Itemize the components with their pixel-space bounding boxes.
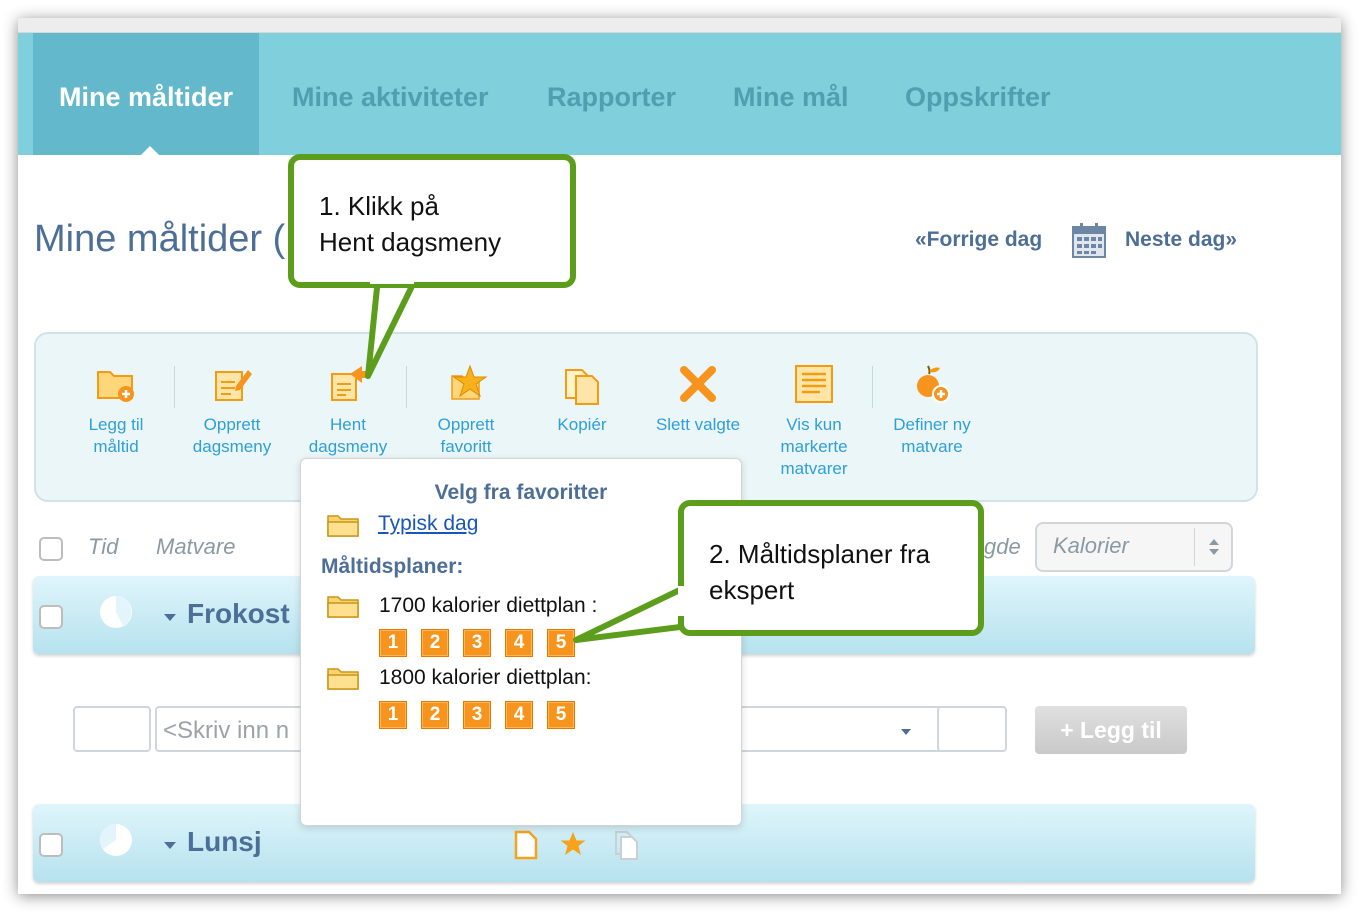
add-meal-label-2: måltid [93, 437, 139, 456]
tab-mine-mal[interactable]: Mine mål [733, 33, 849, 155]
column-header-amount: gde [984, 534, 1021, 559]
toolbar-divider [174, 366, 175, 408]
meal-checkbox[interactable] [39, 605, 63, 629]
callout-1-line-2: Hent dagsmeny [319, 227, 502, 257]
folder-icon [327, 515, 359, 537]
next-day-link[interactable]: Neste dag» [1125, 228, 1237, 252]
plan-1700-day-4[interactable]: 4 [505, 629, 533, 657]
select-arrows-icon [1209, 539, 1219, 555]
dropdown-title: Velg fra favoritter [434, 481, 608, 504]
time-input[interactable] [73, 706, 151, 752]
edit-menu-icon [215, 370, 252, 401]
plan-1700-day-1[interactable]: 1 [379, 629, 407, 657]
plan-1700-day-2[interactable]: 2 [421, 629, 449, 657]
copy-label: Kopiér [557, 415, 607, 434]
column-header-food[interactable]: Matvare [156, 534, 235, 560]
create-day-menu-label-2: dagsmeny [192, 437, 272, 456]
plan-1800-day-2[interactable]: 2 [421, 701, 449, 729]
tab-mine-maltider[interactable]: Mine måltider [33, 33, 260, 155]
meal-name-frokost[interactable]: Frokost [187, 598, 290, 630]
amount-input[interactable] [937, 706, 1007, 752]
delete-selected-button[interactable]: Slett valgte [648, 362, 748, 436]
show-marked-label-1: Vis kun [786, 415, 842, 434]
document-icon[interactable] [513, 830, 539, 860]
plan-1800-day-3[interactable]: 3 [463, 701, 491, 729]
tab-rapporter[interactable]: Rapporter [547, 33, 676, 155]
plan-1700-label: 1700 kalorier diettplan : [379, 594, 598, 617]
callout-step-1: 1. Klikk på Hent dagsmeny [288, 154, 576, 288]
delete-selected-label: Slett valgte [655, 415, 741, 434]
list-icon [795, 365, 833, 403]
add-food-button[interactable]: + Legg til [1035, 706, 1187, 754]
callout-1-line-1: 1. Klikk på [319, 191, 439, 221]
new-food-icon [917, 365, 950, 403]
show-marked-label-2: markerte [780, 437, 848, 456]
add-meal-label-1: Legg til [88, 415, 144, 434]
copy-button[interactable]: Kopiér [532, 362, 632, 436]
callout-step-2: 2. Måltidsplaner fra ekspert [678, 500, 984, 636]
callout-pointer-join [678, 586, 690, 616]
plan-1800-day-1[interactable]: 1 [379, 701, 407, 729]
unit-select[interactable]: Kalorier [1035, 522, 1233, 572]
fetch-day-menu-label-2: dagsmeny [308, 437, 388, 456]
tab-mine-aktiviteter[interactable]: Mine aktiviteter [292, 33, 489, 155]
define-new-food-button[interactable]: Definer ny matvare [882, 362, 982, 458]
collapse-chevron-icon[interactable] [163, 841, 177, 851]
callout-2-line-2: ekspert [709, 575, 795, 605]
page-title: Mine måltider ( [34, 218, 286, 260]
collapse-chevron-icon[interactable] [163, 613, 177, 623]
favorite-typisk-dag-link[interactable]: Typisk dag [378, 512, 478, 536]
show-marked-only-button[interactable]: Vis kun markerte matvarer [764, 362, 864, 480]
meal-pie-icon [100, 596, 132, 628]
favorite-star-icon [451, 364, 488, 400]
copy-icon[interactable] [613, 830, 639, 860]
food-input-dropdown-icon[interactable] [900, 728, 912, 736]
plan-1800-day-5[interactable]: 5 [547, 701, 575, 729]
create-day-menu-label-1: Opprett [203, 415, 261, 434]
fetch-day-menu-label-1: Hent [330, 415, 366, 434]
unit-select-value: Kalorier [1053, 533, 1129, 558]
folder-icon [327, 596, 359, 618]
show-marked-label-3: matvarer [780, 459, 848, 478]
callout-2-line-1: 2. Måltidsplaner fra [709, 539, 931, 569]
copy-icon [565, 369, 599, 405]
folder-add-icon [97, 371, 134, 402]
add-meal-button[interactable]: Legg til måltid [66, 362, 166, 458]
create-favorite-label-2: favoritt [440, 437, 492, 456]
plan-1700-day-3[interactable]: 3 [463, 629, 491, 657]
define-food-label-2: matvare [901, 437, 963, 456]
meal-checkbox[interactable] [39, 833, 63, 857]
select-divider [1194, 528, 1195, 566]
meal-pie-icon [100, 824, 132, 856]
column-header-time[interactable]: Tid [88, 534, 118, 560]
create-favorite-label-1: Opprett [437, 415, 495, 434]
main-nav: Mine måltider Mine aktiviteter Rapporter… [18, 33, 1341, 155]
callout-pointer [573, 583, 691, 643]
favorite-star-icon[interactable] [559, 830, 587, 858]
calendar-icon[interactable] [1072, 222, 1106, 258]
active-tab-caret [140, 146, 160, 156]
delete-x-icon [680, 366, 716, 402]
meal-plans-label: Måltidsplaner: [321, 555, 464, 578]
window-top-strip [18, 18, 1341, 33]
app-window: Mine måltider Mine aktiviteter Rapporter… [18, 18, 1341, 894]
plan-1800-day-4[interactable]: 4 [505, 701, 533, 729]
toolbar-divider [872, 366, 873, 408]
meal-name-lunsj[interactable]: Lunsj [187, 826, 262, 858]
tab-oppskrifter[interactable]: Oppskrifter [905, 33, 1051, 155]
folder-icon [327, 668, 359, 690]
select-all-checkbox[interactable] [39, 537, 63, 561]
plan-1800-label: 1800 kalorier diettplan: [379, 666, 592, 689]
define-food-label-1: Definer ny [893, 415, 971, 434]
callout-pointer-join [370, 272, 414, 284]
create-day-menu-button[interactable]: Opprett dagsmeny [182, 362, 282, 458]
prev-day-link[interactable]: «Forrige dag [915, 228, 1042, 252]
